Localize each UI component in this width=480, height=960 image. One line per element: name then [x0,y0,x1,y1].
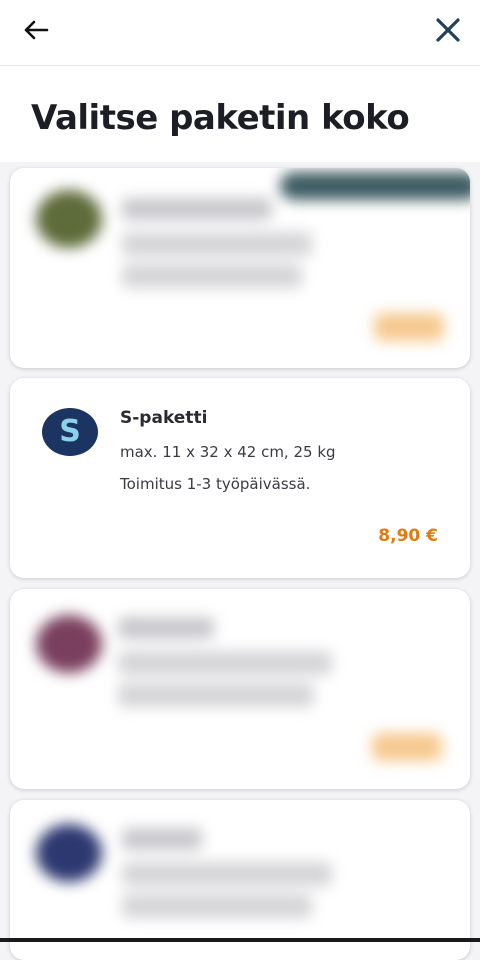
page-title: Valitse paketin koko [31,98,410,138]
arrow-left-icon [24,20,49,40]
package-name: S-paketti [120,408,208,428]
package-delivery [118,683,314,707]
package-name [122,828,202,850]
top-bar [0,0,480,66]
close-button[interactable] [428,12,468,48]
package-dimensions [122,232,312,256]
package-card-obscured-2[interactable] [10,589,470,789]
bottom-edge [0,938,480,942]
package-logo [36,824,102,882]
package-delivery [122,894,312,918]
back-button[interactable] [16,14,56,46]
package-card-obscured-3[interactable] [10,800,470,960]
obscured-content [10,168,470,368]
package-name [118,617,214,639]
package-delivery [122,264,302,288]
package-dimensions [122,862,332,886]
package-price: 8,90 € [378,526,438,546]
package-logo [36,190,102,248]
package-card-s[interactable]: S S-paketti max. 11 x 32 x 42 cm, 25 kg … [10,378,470,578]
package-card-obscured-1[interactable] [10,168,470,368]
obscured-content [10,800,470,960]
package-name [122,198,272,220]
close-icon [436,18,460,42]
package-logo [36,615,102,673]
badge [280,172,470,200]
package-delivery: Toimitus 1-3 työpäivässä. [120,475,311,493]
s-logo-icon: S [42,408,98,456]
package-price [372,733,442,761]
package-dimensions: max. 11 x 32 x 42 cm, 25 kg [120,443,336,461]
obscured-content [10,589,470,789]
package-dimensions [118,651,332,675]
logo-letter: S [59,414,81,449]
package-price [374,313,444,341]
